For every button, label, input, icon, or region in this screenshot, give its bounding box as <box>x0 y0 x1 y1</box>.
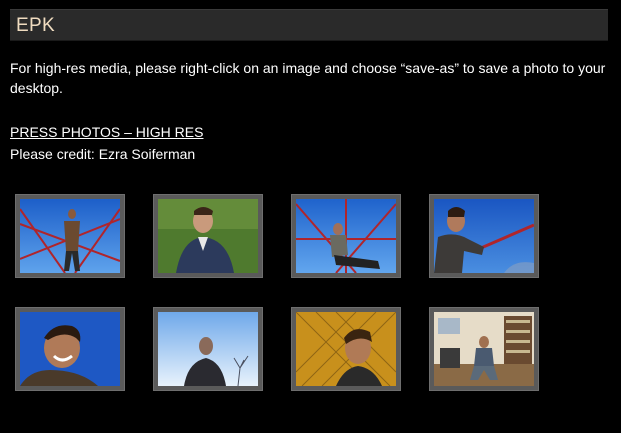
photo-image-4 <box>434 199 534 273</box>
photo-thumbnail-7[interactable] <box>291 307 401 391</box>
intro-text: For high-res media, please right-click o… <box>10 60 606 96</box>
page-title: EPK <box>16 15 55 36</box>
press-photos-link[interactable]: PRESS PHOTOS – HIGH RES <box>10 124 203 140</box>
photo-thumbnail-5[interactable] <box>15 307 125 391</box>
photo-credit: Please credit: Ezra Soiferman <box>10 146 196 162</box>
photo-thumbnail-6[interactable] <box>153 307 263 391</box>
photo-image-7 <box>296 312 396 386</box>
photo-thumbnail-8[interactable] <box>429 307 539 391</box>
photo-thumbnail-3[interactable] <box>291 194 401 278</box>
page-header: EPK <box>10 9 608 41</box>
photo-thumbnail-4[interactable] <box>429 194 539 278</box>
photo-image-8 <box>434 312 534 386</box>
photo-image-5 <box>20 312 120 386</box>
photo-thumbnail-2[interactable] <box>153 194 263 278</box>
photo-thumbnail-1[interactable] <box>15 194 125 278</box>
photo-image-6 <box>158 312 258 386</box>
photo-image-2 <box>158 199 258 273</box>
photo-image-1 <box>20 199 120 273</box>
photo-image-3 <box>296 199 396 273</box>
